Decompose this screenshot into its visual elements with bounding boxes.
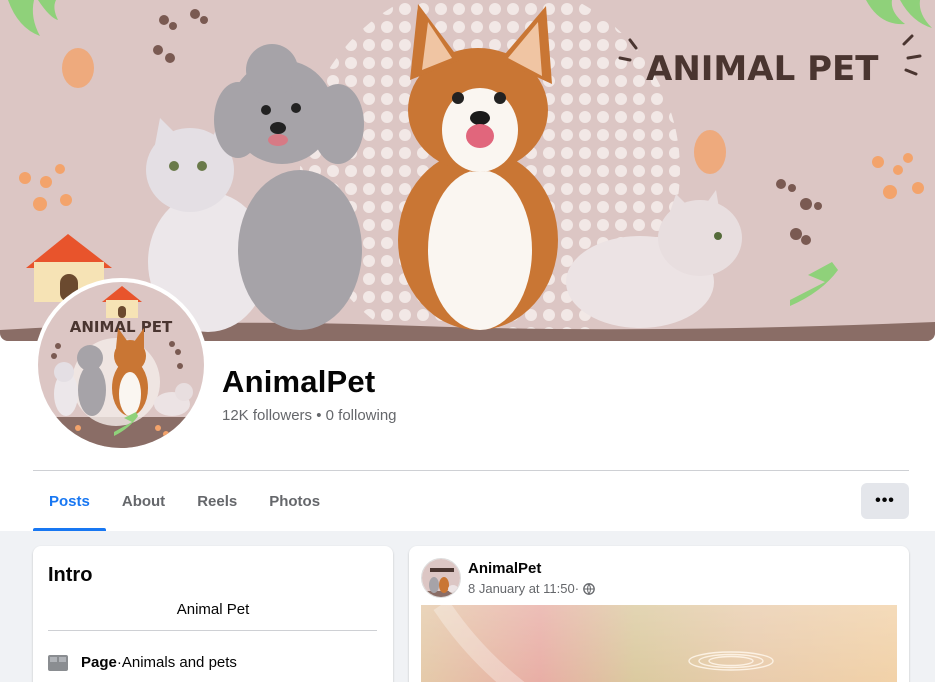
meta-separator: · <box>574 581 580 596</box>
followers-link[interactable]: 12K followers <box>222 407 312 424</box>
intro-title: Intro <box>48 564 93 586</box>
page-title: AnimalPet <box>222 364 376 399</box>
post-image[interactable] <box>421 605 897 682</box>
cover-banner-text: ANIMAL PET <box>646 49 879 89</box>
category-value[interactable]: Animals and pets <box>122 654 237 671</box>
stats-separator: • <box>312 407 326 424</box>
post-author-name[interactable]: AnimalPet <box>468 560 541 577</box>
profile-avatar[interactable]: ANIMAL PET <box>34 278 208 452</box>
globe-icon[interactable] <box>583 582 595 595</box>
page-flag-icon <box>48 654 68 671</box>
post-avatar-image <box>422 559 460 597</box>
post-author-avatar[interactable] <box>421 558 461 598</box>
intro-bio: Animal Pet <box>176 601 250 618</box>
post-card: AnimalPet 8 January at 11:50 · <box>409 546 909 682</box>
follower-stats: 12K followers • 0 following <box>222 407 397 424</box>
more-options-button[interactable]: ••• <box>861 483 909 519</box>
tab-photos[interactable]: Photos <box>253 471 336 531</box>
following-link[interactable]: 0 following <box>326 407 397 424</box>
tab-reels[interactable]: Reels <box>181 471 253 531</box>
profile-tabs: Posts About Reels Photos <box>33 471 336 531</box>
post-timestamp[interactable]: 8 January at 11:50 <box>468 581 575 596</box>
intro-divider <box>48 630 377 631</box>
category-label: Page <box>81 654 117 671</box>
intro-card: Intro Animal Pet Page · Animals and pets <box>33 546 393 682</box>
avatar-illustration: ANIMAL PET <box>38 282 204 448</box>
intro-category: Page · Animals and pets <box>48 654 237 671</box>
tab-posts[interactable]: Posts <box>33 471 106 531</box>
post-meta: 8 January at 11:50 · <box>468 581 595 596</box>
tab-about[interactable]: About <box>106 471 181 531</box>
